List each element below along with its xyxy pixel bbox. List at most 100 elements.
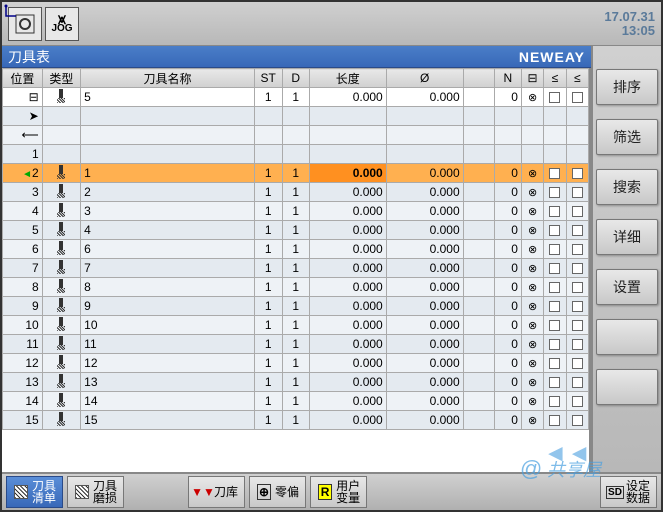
checkbox[interactable]	[572, 320, 583, 331]
cell-i3[interactable]	[566, 335, 588, 354]
cell-i3[interactable]	[566, 316, 588, 335]
cell-name[interactable]: 10	[81, 316, 255, 335]
cell-len[interactable]	[309, 126, 386, 145]
checkbox[interactable]	[572, 396, 583, 407]
cell-n[interactable]: 0	[494, 335, 521, 354]
checkbox[interactable]	[572, 225, 583, 236]
cell-d[interactable]: 1	[282, 240, 309, 259]
checkbox[interactable]	[549, 339, 560, 350]
cell-name[interactable]	[81, 126, 255, 145]
checkbox[interactable]	[572, 244, 583, 255]
checkbox[interactable]	[549, 244, 560, 255]
cell-st[interactable]: 1	[254, 297, 282, 316]
cell-dia[interactable]: 0.000	[386, 202, 463, 221]
cell-pos[interactable]: 10	[3, 316, 43, 335]
cell-gap[interactable]	[463, 240, 494, 259]
cell-type[interactable]	[42, 316, 80, 335]
side-btn-6[interactable]	[596, 369, 658, 405]
cell-i2[interactable]	[544, 164, 566, 183]
cell-gap[interactable]	[463, 411, 494, 430]
cell-i2[interactable]	[544, 107, 566, 126]
cell-gap[interactable]	[463, 316, 494, 335]
side-btn-4[interactable]: 设置	[596, 269, 658, 305]
cell-n[interactable]: 0	[494, 88, 521, 107]
cell-st[interactable]: 1	[254, 259, 282, 278]
cell-dia[interactable]: 0.000	[386, 183, 463, 202]
cell-st[interactable]: 1	[254, 240, 282, 259]
cell-i1[interactable]: ⊗	[521, 202, 543, 221]
cell-i1[interactable]: ⊗	[521, 259, 543, 278]
cell-name[interactable]: 5	[81, 88, 255, 107]
cell-i2[interactable]	[544, 392, 566, 411]
cell-pos[interactable]: 14	[3, 392, 43, 411]
cell-d[interactable]	[282, 126, 309, 145]
cell-st[interactable]: 1	[254, 392, 282, 411]
col-d[interactable]: D	[282, 69, 309, 88]
cell-type[interactable]	[42, 164, 80, 183]
cell-dia[interactable]: 0.000	[386, 335, 463, 354]
cell-i3[interactable]	[566, 183, 588, 202]
bottom-btn-1[interactable]: 刀具磨损	[67, 476, 124, 508]
cell-type[interactable]	[42, 145, 80, 164]
cell-d[interactable]: 1	[282, 183, 309, 202]
cell-st[interactable]: 1	[254, 411, 282, 430]
cell-d[interactable]: 1	[282, 373, 309, 392]
cell-i1[interactable]: ⊗	[521, 240, 543, 259]
cell-type[interactable]	[42, 411, 80, 430]
cell-d[interactable]: 1	[282, 88, 309, 107]
cell-i3[interactable]	[566, 221, 588, 240]
checkbox[interactable]	[549, 206, 560, 217]
col-gap[interactable]	[463, 69, 494, 88]
col-i3[interactable]: ≤	[566, 69, 588, 88]
cell-dia[interactable]: 0.000	[386, 373, 463, 392]
cell-d[interactable]: 1	[282, 221, 309, 240]
cell-st[interactable]	[254, 107, 282, 126]
checkbox[interactable]	[572, 282, 583, 293]
cell-len[interactable]: 0.000	[309, 316, 386, 335]
checkbox[interactable]	[549, 377, 560, 388]
cell-i1[interactable]: ⊗	[521, 221, 543, 240]
col-st[interactable]: ST	[254, 69, 282, 88]
cell-len[interactable]: 0.000	[309, 259, 386, 278]
cell-n[interactable]: 0	[494, 164, 521, 183]
cell-gap[interactable]	[463, 259, 494, 278]
checkbox[interactable]	[549, 358, 560, 369]
checkbox[interactable]	[549, 263, 560, 274]
cell-name[interactable]: 11	[81, 335, 255, 354]
cell-i1[interactable]: ⊗	[521, 316, 543, 335]
cell-n[interactable]: 0	[494, 411, 521, 430]
cell-name[interactable]: 13	[81, 373, 255, 392]
cell-i2[interactable]	[544, 259, 566, 278]
side-btn-5[interactable]	[596, 319, 658, 355]
cell-dia[interactable]	[386, 107, 463, 126]
cell-len[interactable]: 0.000	[309, 183, 386, 202]
tool-table[interactable]: 位置类型刀具名称STD长度ØN⊟≤≤ ⊟5110.0000.0000⊗➤⟵1◄2…	[2, 68, 591, 472]
cell-gap[interactable]	[463, 373, 494, 392]
cell-len[interactable]: 0.000	[309, 354, 386, 373]
cell-i1[interactable]	[521, 145, 543, 164]
checkbox[interactable]	[549, 301, 560, 312]
cell-n[interactable]: 0	[494, 240, 521, 259]
cell-n[interactable]	[494, 107, 521, 126]
cell-name[interactable]: 4	[81, 221, 255, 240]
cell-pos[interactable]: 7	[3, 259, 43, 278]
cell-i3[interactable]	[566, 202, 588, 221]
cell-type[interactable]	[42, 183, 80, 202]
cell-st[interactable]: 1	[254, 88, 282, 107]
cell-i3[interactable]	[566, 126, 588, 145]
cell-len[interactable]	[309, 145, 386, 164]
cell-st[interactable]: 1	[254, 373, 282, 392]
cell-type[interactable]	[42, 88, 80, 107]
cell-i3[interactable]	[566, 240, 588, 259]
cell-pos[interactable]: ◄2	[3, 164, 43, 183]
cell-n[interactable]: 0	[494, 316, 521, 335]
cell-n[interactable]: 0	[494, 373, 521, 392]
cell-gap[interactable]	[463, 202, 494, 221]
cell-d[interactable]: 1	[282, 164, 309, 183]
cell-len[interactable]: 0.000	[309, 221, 386, 240]
cell-i3[interactable]	[566, 354, 588, 373]
side-btn-2[interactable]: 搜索	[596, 169, 658, 205]
cell-i2[interactable]	[544, 373, 566, 392]
cell-i1[interactable]	[521, 107, 543, 126]
cell-n[interactable]	[494, 126, 521, 145]
